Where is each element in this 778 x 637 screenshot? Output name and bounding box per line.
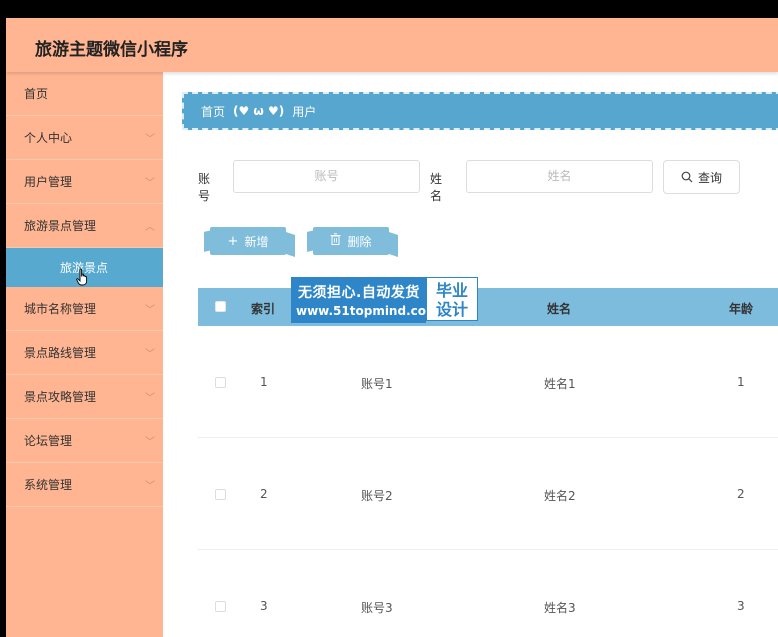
sidebar-item-profile[interactable]: 个人中心 ﹀ <box>6 116 163 160</box>
header-index: 索引 <box>251 302 276 316</box>
plus-icon: + <box>227 233 239 249</box>
sidebar-subitem-scenic[interactable]: 旅游景点 <box>6 248 163 287</box>
cell-age: 2 <box>737 487 745 501</box>
table-header: 索引 账号 姓名 年龄 <box>198 288 778 326</box>
chevron-down-icon: ﹀ <box>145 178 155 189</box>
sidebar-item-label: 用户管理 <box>24 175 73 189</box>
app-window: 旅游主题微信小程序 首页 个人中心 ﹀ 用户管理 ﹀ 旅游景点管理 ︿ 旅游景点 <box>6 18 778 637</box>
cell-account: 账号2 <box>361 489 393 503</box>
table-row[interactable]: 1 账号1 姓名1 1 <box>198 326 778 438</box>
sidebar-item-label: 个人中心 <box>24 131 73 145</box>
breadcrumb-home[interactable]: 首页 <box>201 103 225 120</box>
trash-icon <box>330 233 341 249</box>
main-content: 首页 (♥ ω ♥) 用户 账号 账号 姓名 姓名 查询 + 新增 删除 索引 … <box>163 72 778 637</box>
table-row[interactable]: 3 账号3 姓名3 3 <box>198 550 778 637</box>
name-label: 姓名 <box>430 172 443 203</box>
cell-account: 账号3 <box>361 601 393 615</box>
breadcrumb: 首页 (♥ ω ♥) 用户 <box>182 92 778 130</box>
row-checkbox[interactable] <box>215 601 226 612</box>
chevron-down-icon: ﹀ <box>145 393 155 404</box>
sidebar-item-scenic-mgmt[interactable]: 旅游景点管理 ︿ <box>6 204 163 248</box>
row-checkbox[interactable] <box>215 489 226 500</box>
add-button-label: 新增 <box>244 234 269 249</box>
cell-age: 1 <box>737 375 745 389</box>
table-row[interactable]: 2 账号2 姓名2 2 <box>198 438 778 550</box>
sidebar-item-guides[interactable]: 景点攻略管理 ﹀ <box>6 375 163 419</box>
watermark-badge-bottom: 设计 <box>435 300 468 319</box>
sidebar-item-users[interactable]: 用户管理 ﹀ <box>6 160 163 204</box>
cell-index: 3 <box>260 599 268 613</box>
cell-name: 姓名3 <box>544 601 576 615</box>
chevron-down-icon: ﹀ <box>145 481 155 492</box>
query-button[interactable]: 查询 <box>663 160 740 194</box>
cell-name: 姓名1 <box>544 377 576 391</box>
sidebar-item-label: 首页 <box>24 87 49 101</box>
add-button[interactable]: + 新增 <box>204 227 295 257</box>
chevron-down-icon: ﹀ <box>145 305 155 316</box>
watermark-badge-top: 毕业 <box>435 281 468 300</box>
delete-button[interactable]: 删除 <box>307 227 398 257</box>
cell-index: 2 <box>260 487 268 501</box>
chevron-up-icon: ︿ <box>145 222 155 233</box>
account-input[interactable]: 账号 <box>233 160 420 193</box>
watermark-line2: www.51topmind.com <box>296 304 439 318</box>
cell-index: 1 <box>260 375 268 389</box>
sidebar-item-routes[interactable]: 景点路线管理 ﹀ <box>6 331 163 375</box>
chevron-down-icon: ﹀ <box>145 437 155 448</box>
breadcrumb-current: 用户 <box>292 104 317 119</box>
watermark-banner: 无须担心.自动发货 www.51topmind.com <box>291 277 439 323</box>
watermark-badge: 毕业 设计 <box>426 277 478 321</box>
cell-age: 3 <box>737 599 745 613</box>
chevron-down-icon: ﹀ <box>145 134 155 145</box>
top-header: 旅游主题微信小程序 <box>6 18 778 72</box>
cell-name: 姓名2 <box>544 489 576 503</box>
sidebar-item-label: 城市名称管理 <box>24 302 97 316</box>
search-icon <box>681 171 693 183</box>
sidebar-item-label: 旅游景点管理 <box>24 219 97 233</box>
header-name: 姓名 <box>547 302 572 316</box>
cell-account: 账号1 <box>361 377 393 391</box>
sidebar-item-label: 景点路线管理 <box>24 346 97 360</box>
data-table: 索引 账号 姓名 年龄 1 账号1 姓名1 1 2 账号2 姓名2 2 <box>198 288 778 637</box>
breadcrumb-separator: (♥ ω ♥) <box>233 104 285 118</box>
header-age: 年龄 <box>729 302 754 316</box>
select-all-checkbox[interactable] <box>215 301 226 312</box>
sidebar-item-forum[interactable]: 论坛管理 ﹀ <box>6 419 163 463</box>
watermark-overlay: 无须担心.自动发货 www.51topmind.com 毕业 设计 <box>291 277 481 323</box>
row-checkbox[interactable] <box>215 377 226 388</box>
delete-button-label: 删除 <box>347 234 372 249</box>
sidebar-item-home[interactable]: 首页 <box>6 72 163 116</box>
hand-cursor-icon <box>76 268 90 289</box>
app-title: 旅游主题微信小程序 <box>35 40 188 60</box>
chevron-down-icon: ﹀ <box>145 349 155 360</box>
account-label: 账号 <box>198 172 211 203</box>
sidebar: 首页 个人中心 ﹀ 用户管理 ﹀ 旅游景点管理 ︿ 旅游景点 城市名称管理 ﹀ <box>6 72 163 637</box>
sidebar-item-label: 景点攻略管理 <box>24 390 97 404</box>
sidebar-item-system[interactable]: 系统管理 ﹀ <box>6 463 163 507</box>
watermark-line1: 无须担心.自动发货 <box>298 285 420 301</box>
sidebar-item-label: 论坛管理 <box>24 434 73 448</box>
sidebar-item-city[interactable]: 城市名称管理 ﹀ <box>6 287 163 331</box>
sidebar-item-label: 系统管理 <box>24 478 73 492</box>
name-input[interactable]: 姓名 <box>466 160 653 193</box>
query-button-label: 查询 <box>697 170 722 185</box>
